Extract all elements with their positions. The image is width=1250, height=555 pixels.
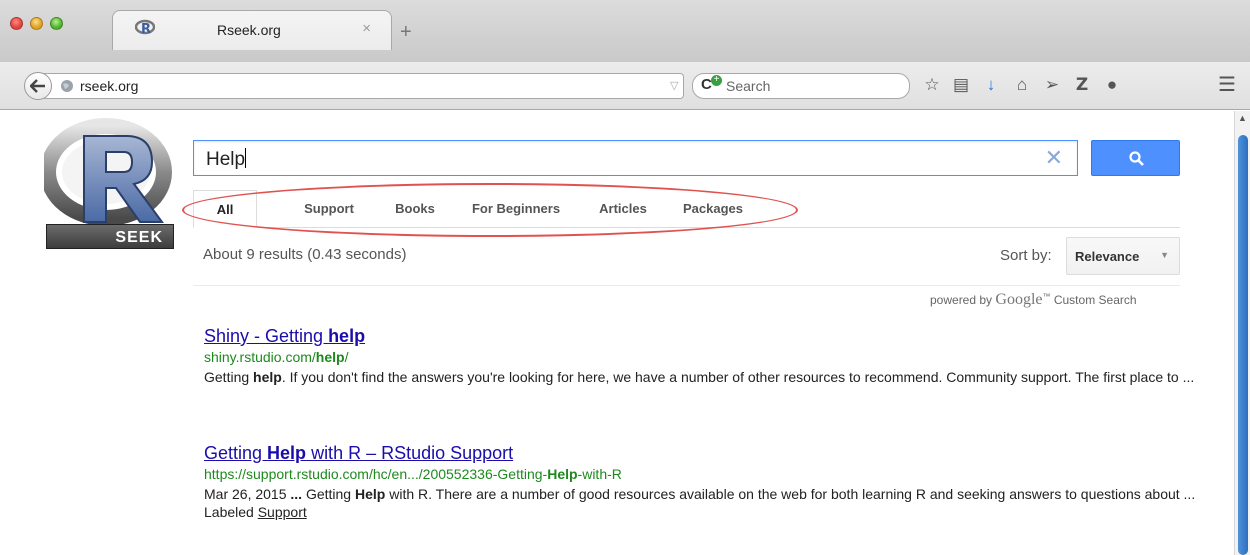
send-icon[interactable]: ➢ <box>1040 72 1064 98</box>
result-url: https://support.rstudio.com/hc/en.../200… <box>204 466 622 482</box>
browser-tab[interactable]: R Rseek.org × <box>112 10 392 50</box>
dropdown-caret-icon: ▼ <box>1160 250 1169 260</box>
result-label: Labeled Support <box>204 504 307 520</box>
seek-badge: SEEK <box>46 224 174 249</box>
window-close-button[interactable] <box>10 17 23 30</box>
vertical-scrollbar[interactable]: ▲ <box>1234 111 1250 555</box>
tab-close-icon[interactable]: × <box>362 20 371 37</box>
annotation-ellipse <box>182 183 798 237</box>
svg-text:R: R <box>141 22 151 37</box>
search-query-text[interactable]: Help <box>206 148 247 171</box>
powered-by: powered by Google™ Custom Search <box>930 291 1137 309</box>
search-result: Shiny - Getting help shiny.rstudio.com/h… <box>204 326 1204 386</box>
scrollbar-thumb[interactable] <box>1238 135 1248 555</box>
powered-prefix: powered by <box>930 293 993 307</box>
result-url: shiny.rstudio.com/help/ <box>204 349 349 365</box>
magnifier-icon <box>1129 151 1144 166</box>
chat-icon[interactable]: ● <box>1100 72 1124 98</box>
download-icon[interactable]: ↓ <box>979 72 1003 98</box>
add-engine-icon: + <box>711 75 722 86</box>
web-search-box[interactable]: C + Search <box>692 73 910 99</box>
search-placeholder: Search <box>726 78 771 94</box>
label-link-support[interactable]: Support <box>258 504 307 520</box>
sort-value: Relevance <box>1075 249 1140 264</box>
powered-suffix: Custom Search <box>1053 293 1137 307</box>
trademark-symbol: ™ <box>1042 292 1051 301</box>
menu-icon[interactable]: ☰ <box>1212 72 1242 98</box>
result-snippet: Mar 26, 2015 ... Getting Help with R. Th… <box>204 486 1196 502</box>
navigation-toolbar: rseek.org ▽ ↻ C + Search ☆ ▤ ↓ ⌂ ➢ Z ● ☰ <box>0 62 1250 110</box>
window-minimize-button[interactable] <box>30 17 43 30</box>
address-bar[interactable]: rseek.org ▽ ↻ <box>44 73 712 99</box>
window-maximize-button[interactable] <box>50 17 63 30</box>
zotero-icon[interactable]: Z <box>1070 72 1094 98</box>
reader-icon[interactable]: ▤ <box>949 72 973 98</box>
google-brand: Google <box>995 291 1043 308</box>
search-result: Getting Help with R – RStudio Support ht… <box>204 443 1204 520</box>
tab-title: Rseek.org <box>217 22 281 38</box>
url-text[interactable]: rseek.org <box>80 78 138 94</box>
result-title-link[interactable]: Shiny - Getting help <box>204 326 365 347</box>
result-title-link[interactable]: Getting Help with R – RStudio Support <box>204 443 513 464</box>
divider <box>193 285 1180 286</box>
home-icon[interactable]: ⌂ <box>1010 72 1034 98</box>
star-icon[interactable]: ☆ <box>920 72 944 98</box>
result-stats: About 9 results (0.43 seconds) <box>203 246 407 263</box>
search-input[interactable]: Help ✕ <box>193 140 1078 176</box>
r-favicon-icon: R <box>135 19 155 37</box>
sort-label: Sort by: <box>1000 247 1052 264</box>
title-bar: R Rseek.org × + <box>0 0 1250 62</box>
globe-icon <box>61 80 73 92</box>
result-snippet: Getting help. If you don't find the answ… <box>204 369 1195 385</box>
new-tab-icon[interactable]: + <box>400 22 412 42</box>
back-arrow-icon <box>30 79 45 93</box>
search-button[interactable] <box>1091 140 1180 176</box>
scroll-up-arrow-icon[interactable]: ▲ <box>1238 113 1247 123</box>
back-button[interactable] <box>24 72 52 100</box>
clear-icon[interactable]: ✕ <box>1045 145 1063 171</box>
sort-dropdown[interactable]: Relevance ▼ <box>1066 237 1180 275</box>
history-dropdown-icon[interactable]: ▽ <box>670 79 678 92</box>
